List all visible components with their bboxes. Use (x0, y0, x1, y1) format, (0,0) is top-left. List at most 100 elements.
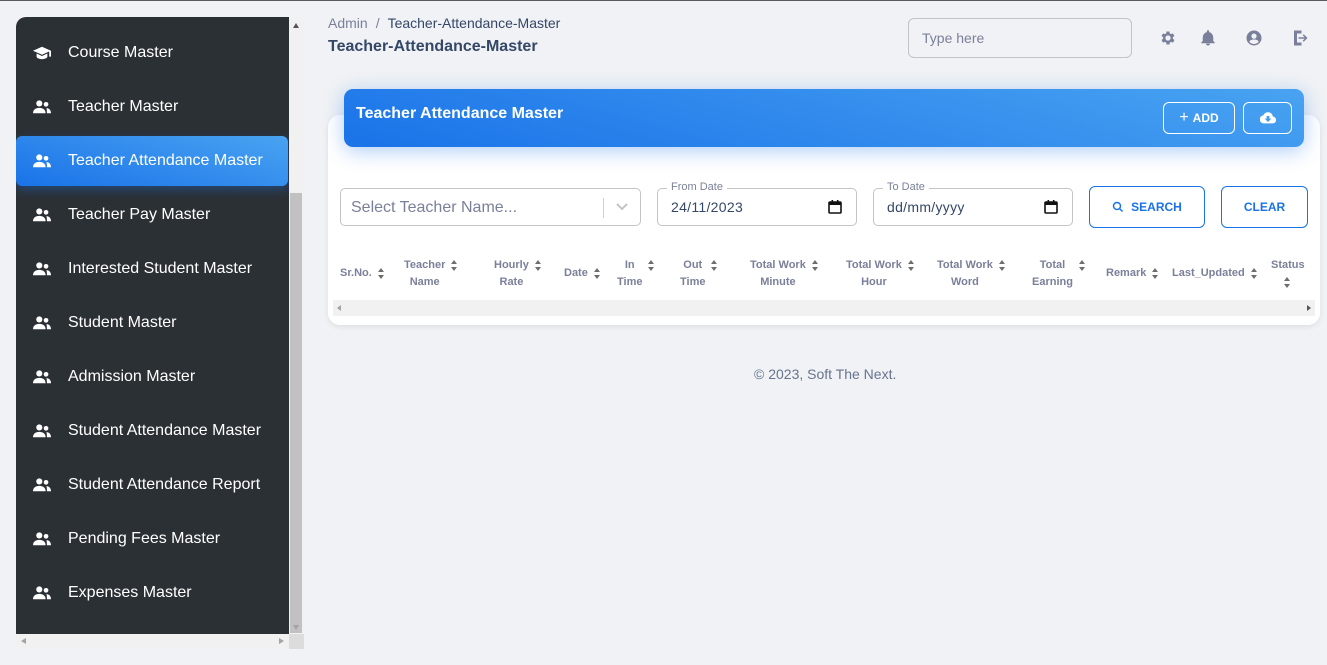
sort-icon[interactable] (451, 260, 458, 271)
column-header-label: Remark (1106, 267, 1147, 279)
column-header-label: Total Work Hour (846, 259, 902, 288)
calendar-icon[interactable] (1044, 200, 1058, 214)
sidebar-item-label: Teacher Attendance Master (68, 152, 263, 169)
sidebar-item-student-attendance-report[interactable]: Student Attendance Report (16, 460, 288, 510)
sort-icon[interactable] (593, 268, 601, 279)
sidebar-item-label: Pending Fees Master (68, 530, 221, 547)
teacher-select-placeholder: Select Teacher Name... (351, 199, 518, 216)
sort-icon[interactable] (711, 260, 718, 271)
column-header-sr-no[interactable]: Sr.No. (340, 265, 385, 282)
search-button[interactable]: SEARCH (1089, 186, 1205, 228)
clear-button[interactable]: CLEAR (1221, 186, 1308, 228)
sidebar-item-label: Expenses Master (68, 584, 192, 601)
column-header-label: Teacher Name (404, 259, 446, 288)
scroll-left-arrow-icon[interactable] (21, 638, 26, 644)
search-input[interactable] (908, 18, 1132, 58)
users-icon (16, 369, 68, 385)
scroll-right-arrow-icon[interactable] (279, 638, 284, 644)
sidebar-horizontal-scrollbar[interactable] (16, 634, 289, 649)
column-header-total-earning[interactable]: Total Earning (1032, 257, 1086, 291)
sort-icon[interactable] (377, 268, 385, 279)
logout-icon[interactable] (1290, 28, 1310, 48)
gear-icon[interactable] (1158, 28, 1178, 48)
sort-icon[interactable] (811, 260, 819, 271)
column-header-teacher-name[interactable]: Teacher Name (404, 257, 458, 291)
users-icon (16, 531, 68, 547)
scrollbar-thumb[interactable] (290, 193, 302, 633)
sidebar-item-pending-fees-master[interactable]: Pending Fees Master (16, 514, 288, 564)
sidebar-item-interested-student-master[interactable]: Interested Student Master (16, 244, 288, 294)
teacher-select[interactable]: Select Teacher Name... (340, 188, 641, 226)
column-header-status[interactable]: Status (1271, 257, 1305, 288)
users-icon (16, 315, 68, 331)
sort-icon[interactable] (534, 260, 542, 271)
users-icon (16, 477, 68, 493)
table-horizontal-scrollbar[interactable] (333, 300, 1315, 316)
sidebar-vertical-scrollbar[interactable] (289, 17, 304, 634)
bell-icon[interactable] (1198, 28, 1218, 48)
column-header-label: Date (564, 267, 588, 279)
column-header-total-work-hour[interactable]: Total Work Hour (846, 257, 915, 291)
sidebar-item-teacher-pay-master[interactable]: Teacher Pay Master (16, 190, 288, 240)
select-separator (603, 198, 604, 218)
graduation-cap-icon (16, 45, 68, 61)
sort-icon[interactable] (907, 260, 915, 271)
from-date-label: From Date (667, 181, 727, 193)
sidebar-item-label: Student Attendance Master (68, 422, 262, 439)
sidebar-item-course-master[interactable]: Course Master (16, 28, 288, 78)
to-date-label: To Date (883, 181, 929, 193)
sidebar-item-label: Teacher Pay Master (68, 206, 211, 223)
sidebar-item-expenses-master[interactable]: Expenses Master (16, 568, 288, 618)
sidebar-item-label: Admission Master (68, 368, 196, 385)
sidebar-item-teacher-attendance-master[interactable]: Teacher Attendance Master (16, 136, 288, 186)
scroll-up-arrow-icon[interactable] (293, 23, 299, 28)
column-header-date[interactable]: Date (564, 265, 601, 282)
column-header-label: Last_Updated (1172, 267, 1245, 279)
from-date-value[interactable]: 24/11/2023 (671, 199, 743, 215)
column-header-out-time[interactable]: Out Time (680, 257, 718, 291)
page-title: Teacher-Attendance-Master (328, 38, 538, 55)
users-icon (16, 423, 68, 439)
sidebar-item-teacher-master[interactable]: Teacher Master (16, 82, 288, 132)
sort-icon[interactable] (998, 260, 1006, 271)
sort-icon[interactable] (1284, 277, 1291, 288)
sidebar-item-admission-master[interactable]: Admission Master (16, 352, 288, 402)
column-header-last-updated[interactable]: Last_Updated (1172, 265, 1258, 282)
column-header-remark[interactable]: Remark (1106, 265, 1159, 282)
search-button-label: SEARCH (1131, 200, 1182, 214)
add-button[interactable]: + ADD (1163, 102, 1235, 134)
to-date-field[interactable]: To Date dd/mm/yyyy (873, 181, 1073, 226)
sort-icon[interactable] (1250, 268, 1258, 279)
sort-icon[interactable] (648, 260, 655, 271)
users-icon (16, 585, 68, 601)
scroll-left-arrow-icon[interactable] (337, 305, 341, 311)
from-date-field[interactable]: From Date 24/11/2023 (657, 181, 857, 226)
to-date-value[interactable]: dd/mm/yyyy (887, 199, 965, 215)
breadcrumb-root[interactable]: Admin (328, 15, 368, 31)
cloud-download-button[interactable] (1243, 102, 1292, 134)
column-header-total-work-minute[interactable]: Total Work Minute (750, 257, 819, 291)
breadcrumb: Admin / Teacher-Attendance-Master (328, 15, 560, 31)
column-header-label: Total Work Word (937, 259, 993, 288)
sort-icon[interactable] (1078, 260, 1086, 271)
users-icon (16, 99, 68, 115)
sidebar-item-label: Student Master (68, 314, 177, 331)
column-header-label: Total Work Minute (750, 259, 806, 288)
column-header-label: Sr.No. (340, 267, 372, 279)
users-icon (16, 261, 68, 277)
scroll-right-arrow-icon[interactable] (1307, 305, 1311, 311)
calendar-icon[interactable] (828, 200, 842, 214)
users-icon (16, 207, 68, 223)
sort-icon[interactable] (1152, 268, 1159, 279)
column-header-in-time[interactable]: In Time (617, 257, 655, 291)
chevron-down-icon[interactable] (615, 201, 629, 213)
user-circle-icon[interactable] (1244, 28, 1264, 48)
column-header-label: Total Earning (1032, 259, 1073, 288)
scroll-down-arrow-icon[interactable] (293, 625, 299, 630)
column-header-total-work-word[interactable]: Total Work Word (937, 257, 1006, 291)
sidebar: Course Master Teacher Master Teacher Att… (16, 17, 289, 634)
clear-button-label: CLEAR (1243, 200, 1286, 214)
column-header-hourly-rate[interactable]: Hourly Rate (494, 257, 542, 291)
sidebar-item-student-attendance-master[interactable]: Student Attendance Master (16, 406, 288, 456)
sidebar-item-student-master[interactable]: Student Master (16, 298, 288, 348)
